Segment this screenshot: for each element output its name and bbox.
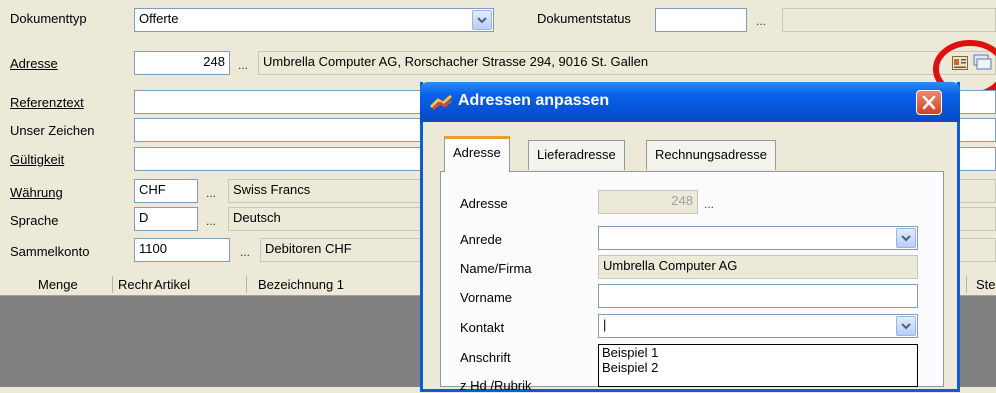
collective-code-input[interactable]: 1100	[134, 238, 230, 262]
validity-label: Gültigkeit	[10, 152, 65, 167]
close-icon	[922, 95, 936, 110]
address-lookup-button[interactable]: ...	[238, 58, 248, 72]
our-sign-label: Unser Zeichen	[10, 123, 95, 138]
dlg-adresse-number: 248	[598, 190, 698, 214]
currency-code-input[interactable]: CHF	[134, 179, 198, 203]
doc-status-label: Dokumentstatus	[537, 11, 631, 26]
app-icon	[430, 94, 452, 110]
chevron-down-icon	[477, 16, 487, 23]
tab-rechnungsadresse[interactable]: Rechnungsadresse	[646, 140, 777, 170]
language-lookup-button[interactable]: ...	[206, 214, 216, 228]
doc-type-select[interactable]: Offerte	[134, 8, 494, 32]
dialog-close-button[interactable]	[916, 90, 942, 115]
dlg-anrede-label: Anrede	[460, 232, 502, 247]
dlg-anschrift-label: Anschrift	[460, 350, 511, 365]
doc-type-label: Dokumenttyp	[10, 11, 87, 26]
dlg-kontakt-label: Kontakt	[460, 320, 505, 335]
grid-col-menge[interactable]: Menge	[38, 277, 78, 292]
doc-type-value: Offerte	[139, 11, 179, 26]
dlg-anrede-dropdown-button[interactable]	[896, 228, 916, 248]
doc-status-input[interactable]	[655, 8, 747, 32]
tab-rechnungsadresse-label: Rechnungsadresse	[655, 147, 768, 162]
grid-col-artikel[interactable]: Artikel	[154, 277, 190, 292]
dialog-title: Adressen anpassen	[458, 92, 610, 109]
dlg-adresse-label: Adresse	[460, 196, 508, 211]
currency-label: Währung	[10, 185, 63, 200]
dlg-kontakt-select[interactable]: |	[598, 314, 918, 338]
dlg-kontakt-value: |	[603, 317, 607, 332]
address-label: Adresse	[10, 56, 58, 71]
dlg-vorname-input[interactable]	[598, 284, 918, 308]
dlg-name-value: Umbrella Computer AG	[598, 255, 918, 279]
dlg-anrede-select[interactable]	[598, 226, 918, 250]
address-number-input[interactable]: 248	[134, 51, 230, 75]
chevron-down-icon	[901, 234, 911, 241]
dlg-cut-label: z Hd /Rubrik	[460, 378, 532, 393]
collective-label: Sammelkonto	[10, 244, 90, 259]
currency-lookup-button[interactable]: ...	[206, 186, 216, 200]
dlg-name-label: Name/Firma	[460, 261, 532, 276]
reference-label: Referenztext	[10, 95, 84, 110]
dlg-vorname-label: Vorname	[460, 290, 513, 305]
language-label: Sprache	[10, 213, 59, 228]
chevron-down-icon	[901, 322, 911, 329]
address-text: Umbrella Computer AG, Rorschacher Strass…	[258, 51, 996, 75]
doc-type-dropdown-button[interactable]	[472, 10, 492, 30]
grid-col-rechr[interactable]: Rechr	[118, 277, 153, 292]
doc-status-text	[782, 8, 996, 32]
language-code-input[interactable]: D	[134, 207, 198, 231]
dlg-adresse-lookup-button[interactable]: ...	[704, 197, 714, 211]
tab-lieferadresse[interactable]: Lieferadresse	[528, 140, 625, 170]
grid-col-bezeichnung[interactable]: Bezeichnung 1	[258, 277, 344, 292]
tab-adresse[interactable]: Adresse	[444, 136, 510, 172]
kontakt-option[interactable]: Beispiel 2	[599, 360, 917, 375]
dlg-kontakt-dropdown-button[interactable]	[896, 316, 916, 336]
collective-lookup-button[interactable]: ...	[240, 245, 250, 259]
tab-adresse-label: Adresse	[453, 145, 501, 160]
grid-col-ste[interactable]: Ste	[976, 277, 996, 292]
kontakt-option[interactable]: Beispiel 1	[599, 345, 917, 360]
doc-status-lookup-button[interactable]: ...	[756, 14, 766, 28]
kontakt-dropdown-list: Beispiel 1 Beispiel 2	[598, 344, 918, 387]
tab-lieferadresse-label: Lieferadresse	[537, 147, 616, 162]
dialog-titlebar[interactable]: Adressen anpassen	[420, 82, 960, 122]
